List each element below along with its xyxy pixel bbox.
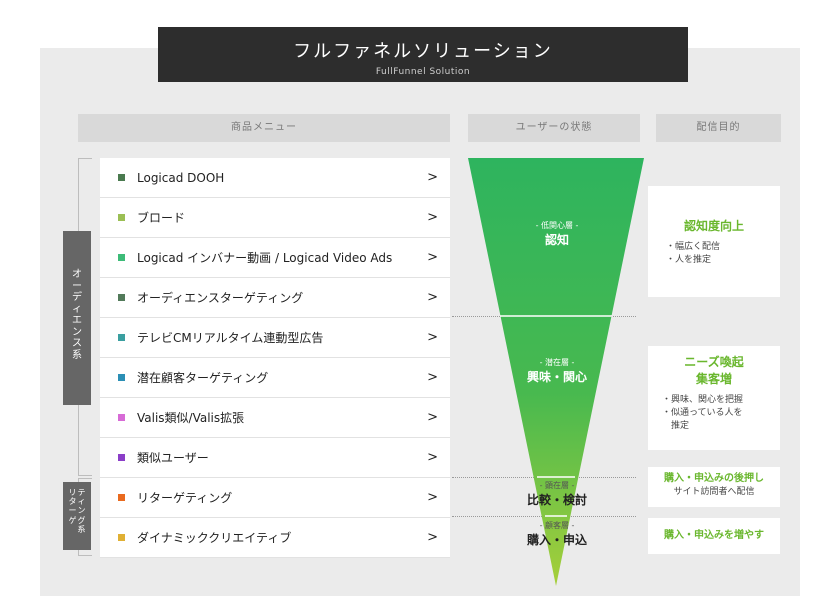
- goal-card: 購入・申込みを増やす: [648, 518, 780, 554]
- stage-main: 興味・関心: [526, 370, 587, 384]
- color-marker: [118, 534, 125, 541]
- chevron-right-icon: >: [427, 170, 438, 185]
- goal-desc: サイト訪問者へ配信: [673, 487, 755, 497]
- stage-main: 認知: [544, 233, 569, 247]
- menu-item[interactable]: Valis類似/Valis拡張 >: [100, 398, 450, 438]
- menu-item-label: 類似ユーザー: [137, 451, 209, 465]
- menu-item[interactable]: テレビCMリアルタイム連動型広告 >: [100, 318, 450, 358]
- stage-sub: - 顕在層 -: [539, 481, 575, 490]
- stage-sub: - 顧客層 -: [539, 521, 575, 530]
- stage-awareness: - 低関心層 - 認知: [497, 220, 617, 248]
- goal-head: 認知度向上: [683, 219, 744, 233]
- goal-head: 集客増: [695, 371, 732, 386]
- menu-item[interactable]: 類似ユーザー >: [100, 438, 450, 478]
- color-marker: [118, 334, 125, 341]
- page-subtitle: FullFunnel Solution: [375, 67, 471, 77]
- color-marker: [118, 174, 125, 181]
- stage-sub: - 潜在層 -: [539, 358, 575, 367]
- chevron-right-icon: >: [427, 290, 438, 305]
- menu-item-label: Logicad DOOH: [137, 171, 225, 185]
- menu-item[interactable]: オーディエンスターゲティング >: [100, 278, 450, 318]
- menu-item-label: ダイナミッククリエイティブ: [137, 531, 292, 545]
- header-user-state: ユーザーの状態: [468, 114, 640, 142]
- goal-head: ニーズ喚起: [684, 355, 744, 369]
- color-marker: [118, 214, 125, 221]
- product-menu: Logicad DOOH > ブロード > Logicad インバナー動画 / Lo…: [100, 158, 450, 558]
- chevron-right-icon: >: [427, 210, 438, 225]
- goal-desc: ・興味、関心を把握: [662, 394, 744, 405]
- stage-interest: - 潜在層 - 興味・関心: [497, 357, 617, 385]
- chevron-right-icon: >: [427, 330, 438, 345]
- chevron-right-icon: >: [427, 450, 438, 465]
- color-marker: [118, 494, 125, 501]
- menu-item-label: オーディエンスターゲティング: [137, 291, 304, 305]
- goal-desc: ・人を推定: [666, 254, 712, 265]
- group-label-retargeting: リターゲティング系: [63, 482, 91, 550]
- menu-item-label: リターゲティング: [137, 491, 233, 505]
- menu-item-label: 潜在顧客ターゲティング: [137, 371, 269, 385]
- chevron-right-icon: >: [427, 530, 438, 545]
- menu-item[interactable]: 潜在顧客ターゲティング >: [100, 358, 450, 398]
- color-marker: [118, 414, 125, 421]
- menu-item[interactable]: Logicad インバナー動画 / Logicad Video Ads >: [100, 238, 450, 278]
- menu-item[interactable]: ブロード >: [100, 198, 450, 238]
- group-label-audience: オーディエンス系: [63, 231, 91, 405]
- chevron-right-icon: >: [427, 370, 438, 385]
- chevron-right-icon: >: [427, 250, 438, 265]
- goal-desc: ・似通っている人を: [662, 407, 743, 418]
- menu-item[interactable]: ダイナミッククリエイティブ >: [100, 518, 450, 558]
- page-title: フルファネルソリューション: [293, 41, 553, 62]
- color-marker: [118, 374, 125, 381]
- stage-purchase: - 顧客層 - 購入・申込: [497, 520, 617, 548]
- stage-consideration: - 顕在層 - 比較・検討: [497, 480, 617, 508]
- stage-main: 比較・検討: [526, 493, 587, 507]
- goal-desc: 推定: [662, 420, 690, 431]
- chevron-right-icon: >: [427, 410, 438, 425]
- menu-item[interactable]: Logicad DOOH >: [100, 158, 450, 198]
- chevron-right-icon: >: [427, 490, 438, 505]
- goal-card: 購入・申込みの後押し サイト訪問者へ配信: [648, 467, 780, 507]
- color-marker: [118, 254, 125, 261]
- menu-item-label: Logicad インバナー動画 / Logicad Video Ads: [137, 251, 393, 265]
- header-menu: 商品メニュー: [78, 114, 450, 142]
- stage-sub: - 低関心層 -: [535, 221, 579, 230]
- menu-item-label: Valis類似/Valis拡張: [137, 411, 245, 425]
- title-banner: フルファネルソリューション FullFunnel Solution: [158, 27, 688, 82]
- menu-item[interactable]: リターゲティング >: [100, 478, 450, 518]
- header-goal: 配信目的: [656, 114, 781, 142]
- goal-card: ニーズ喚起 集客増 ・興味、関心を把握 ・似通っている人を 推定: [648, 346, 780, 450]
- color-marker: [118, 294, 125, 301]
- color-marker: [118, 454, 125, 461]
- menu-item-label: テレビCMリアルタイム連動型広告: [137, 331, 324, 345]
- stage-main: 購入・申込: [526, 533, 587, 547]
- menu-item-label: ブロード: [137, 211, 186, 225]
- goal-desc: ・幅広く配信: [666, 241, 721, 252]
- goal-head: 購入・申込みの後押し: [664, 473, 764, 484]
- goal-card: 認知度向上 ・幅広く配信 ・人を推定: [648, 186, 780, 297]
- goal-head: 購入・申込みを増やす: [664, 530, 764, 541]
